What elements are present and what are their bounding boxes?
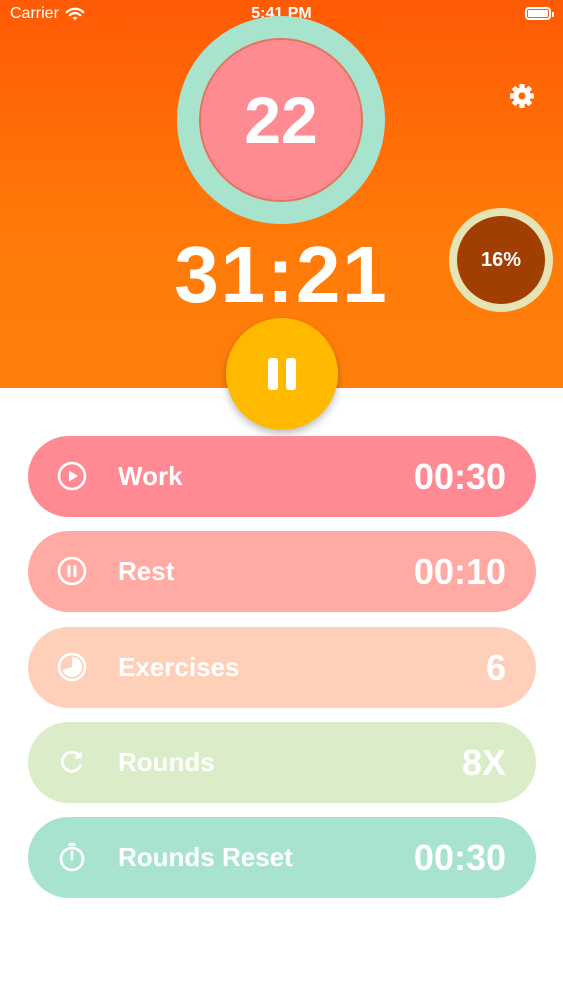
exercises-value: 6 — [485, 647, 506, 688]
rounds-setting-row[interactable]: Rounds 8X — [28, 722, 536, 803]
rounds-reset-value: 00:30 — [413, 837, 506, 878]
stopwatch-icon — [59, 843, 85, 872]
progress-badge: 16% — [449, 208, 553, 312]
progress-percentage: 16% — [457, 216, 545, 304]
refresh-icon — [60, 750, 82, 773]
gear-icon — [510, 84, 534, 108]
current-count: 22 — [199, 38, 363, 202]
exercises-label: Exercises — [118, 652, 240, 682]
rounds-value: 8X — [461, 742, 506, 783]
settings-button[interactable] — [508, 82, 536, 110]
pause-icon — [268, 358, 296, 390]
pause-circle-icon — [57, 556, 87, 586]
rounds-label: Rounds — [118, 747, 215, 777]
play-circle-icon — [57, 461, 87, 491]
work-setting-row[interactable]: Work 00:30 — [28, 436, 536, 517]
battery-icon — [525, 7, 554, 20]
work-value: 00:30 — [413, 456, 506, 497]
rounds-reset-setting-row[interactable]: Rounds Reset 00:30 — [28, 817, 536, 898]
pause-button[interactable] — [226, 318, 338, 430]
rest-setting-row[interactable]: Rest 00:10 — [28, 531, 536, 612]
work-label: Work — [118, 461, 183, 491]
exercises-setting-row[interactable]: Exercises 6 — [28, 627, 536, 708]
rest-label: Rest — [118, 556, 175, 586]
pie-chart-icon — [57, 652, 87, 682]
current-count-ring: 22 — [177, 16, 385, 224]
rounds-reset-label: Rounds Reset — [118, 842, 293, 872]
rest-value: 00:10 — [413, 551, 506, 592]
